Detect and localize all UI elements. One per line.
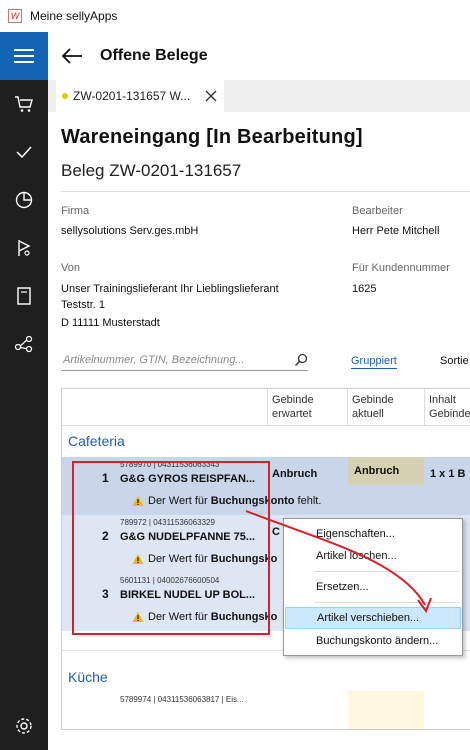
nav-share-button[interactable] bbox=[0, 320, 48, 368]
cell-inhalt-gebinde[interactable]: 1 x 1 B bbox=[430, 468, 465, 480]
back-button[interactable] bbox=[48, 32, 96, 80]
bearbeiter-value: Herr Pete Mitchell bbox=[352, 225, 440, 237]
search-icon[interactable] bbox=[294, 353, 308, 367]
kundennummer-value: 1625 bbox=[352, 283, 377, 295]
window-title: Meine sellyApps bbox=[30, 9, 118, 23]
book-icon bbox=[17, 287, 31, 305]
page-title: Offene Belege bbox=[100, 47, 208, 64]
column-header-line: aktuell bbox=[352, 408, 384, 420]
von-line2: Teststr. 1 bbox=[61, 299, 106, 311]
column-header-line: Inhalt bbox=[429, 394, 456, 406]
divider bbox=[61, 191, 470, 192]
document-subheading: Beleg ZW-0201-131657 bbox=[61, 161, 242, 180]
menu-separator bbox=[314, 571, 460, 572]
firma-value: sellysolutions Serv.ges.mbH bbox=[61, 225, 199, 237]
nav-check-button[interactable] bbox=[0, 128, 48, 176]
von-label: Von bbox=[61, 262, 80, 274]
nav-reports-button[interactable] bbox=[0, 176, 48, 224]
back-arrow-icon bbox=[61, 48, 82, 64]
share-icon bbox=[14, 335, 33, 353]
von-line1: Unser Trainingslieferant Ihr Lieblingsli… bbox=[61, 283, 279, 295]
nav-route-button[interactable] bbox=[0, 224, 48, 272]
document-heading: Wareneingang [In Bearbeitung] bbox=[61, 126, 363, 148]
table-row[interactable]: 5789974 | 04311536063817 | Eis... bbox=[62, 691, 470, 729]
close-icon[interactable] bbox=[204, 89, 218, 103]
search-placeholder: Artikelnummer, GTIN, Bezeichnung... bbox=[63, 353, 245, 366]
grouped-toggle[interactable]: Gruppiert bbox=[351, 355, 397, 369]
pie-chart-icon bbox=[15, 191, 33, 209]
window-titlebar: W Meine sellyApps bbox=[0, 0, 470, 32]
column-header-line: Gebinde bbox=[352, 394, 394, 406]
document-tab[interactable]: ZW-0201-131657 W... bbox=[56, 80, 224, 112]
row-code: 5789974 | 04311536063817 | Eis... bbox=[120, 695, 244, 704]
header-divider bbox=[62, 425, 470, 426]
cell-gebinde-aktuell[interactable]: Anbruch bbox=[348, 457, 424, 485]
cart-icon bbox=[15, 96, 33, 112]
search-input[interactable]: Artikelnummer, GTIN, Bezeichnung... bbox=[61, 349, 308, 371]
gear-icon bbox=[16, 718, 32, 734]
nav-rail bbox=[0, 32, 48, 750]
column-header-line: Gebinde bbox=[429, 408, 470, 420]
cell-gebinde-erwartet[interactable]: Anbruch bbox=[272, 468, 317, 480]
settings-button[interactable] bbox=[0, 702, 48, 750]
menu-item-properties[interactable]: Eigenschaften... bbox=[285, 523, 461, 545]
column-header-gebinde-aktuell[interactable]: Gebinde aktuell bbox=[347, 389, 424, 425]
menu-icon bbox=[14, 49, 34, 63]
group-title-kueche[interactable]: Küche bbox=[68, 669, 108, 685]
bearbeiter-label: Bearbeiter bbox=[352, 205, 403, 217]
page-header: Offene Belege bbox=[48, 32, 470, 80]
menu-item-change-account[interactable]: Buchungskonto ändern... bbox=[285, 630, 461, 652]
warning-suffix: fehlt. bbox=[294, 495, 322, 507]
hamburger-menu-button[interactable] bbox=[0, 32, 48, 80]
sort-button[interactable]: Sortie bbox=[440, 355, 469, 367]
cell-value: Anbruch bbox=[354, 465, 400, 477]
context-menu: Eigenschaften... Artikel löschen... Erse… bbox=[283, 518, 463, 656]
unsaved-dot-icon bbox=[62, 93, 68, 99]
column-header-line: Gebinde bbox=[272, 394, 314, 406]
firma-label: Firma bbox=[61, 205, 90, 217]
route-icon bbox=[18, 240, 31, 256]
kundennummer-label: Für Kundennummer bbox=[352, 262, 450, 274]
nav-cart-button[interactable] bbox=[0, 80, 48, 128]
cell-gebinde-erwartet[interactable]: C bbox=[272, 526, 280, 538]
group-title-cafeteria[interactable]: Cafeteria bbox=[68, 433, 125, 449]
menu-separator bbox=[314, 602, 460, 603]
tab-label: ZW-0201-131657 W... bbox=[73, 89, 191, 103]
menu-item-delete-article[interactable]: Artikel löschen... bbox=[285, 545, 461, 567]
cell-gebinde-aktuell[interactable] bbox=[348, 691, 424, 729]
column-header-inhalt-gebinde[interactable]: Inhalt Gebinde bbox=[424, 389, 470, 425]
document-tabstrip: ZW-0201-131657 W... bbox=[48, 80, 470, 112]
annotation-highlight-box bbox=[72, 461, 270, 635]
check-icon bbox=[16, 146, 32, 159]
column-header-line: erwartet bbox=[272, 408, 312, 420]
menu-item-replace[interactable]: Ersetzen... bbox=[285, 576, 461, 598]
column-header-gebinde-erwartet[interactable]: Gebinde erwartet bbox=[267, 389, 347, 425]
nav-book-button[interactable] bbox=[0, 272, 48, 320]
app-logo-icon: W bbox=[8, 9, 22, 23]
menu-item-move-article[interactable]: Artikel verschieben... bbox=[285, 607, 461, 629]
von-line3: D 11111 Musterstadt bbox=[61, 317, 160, 329]
